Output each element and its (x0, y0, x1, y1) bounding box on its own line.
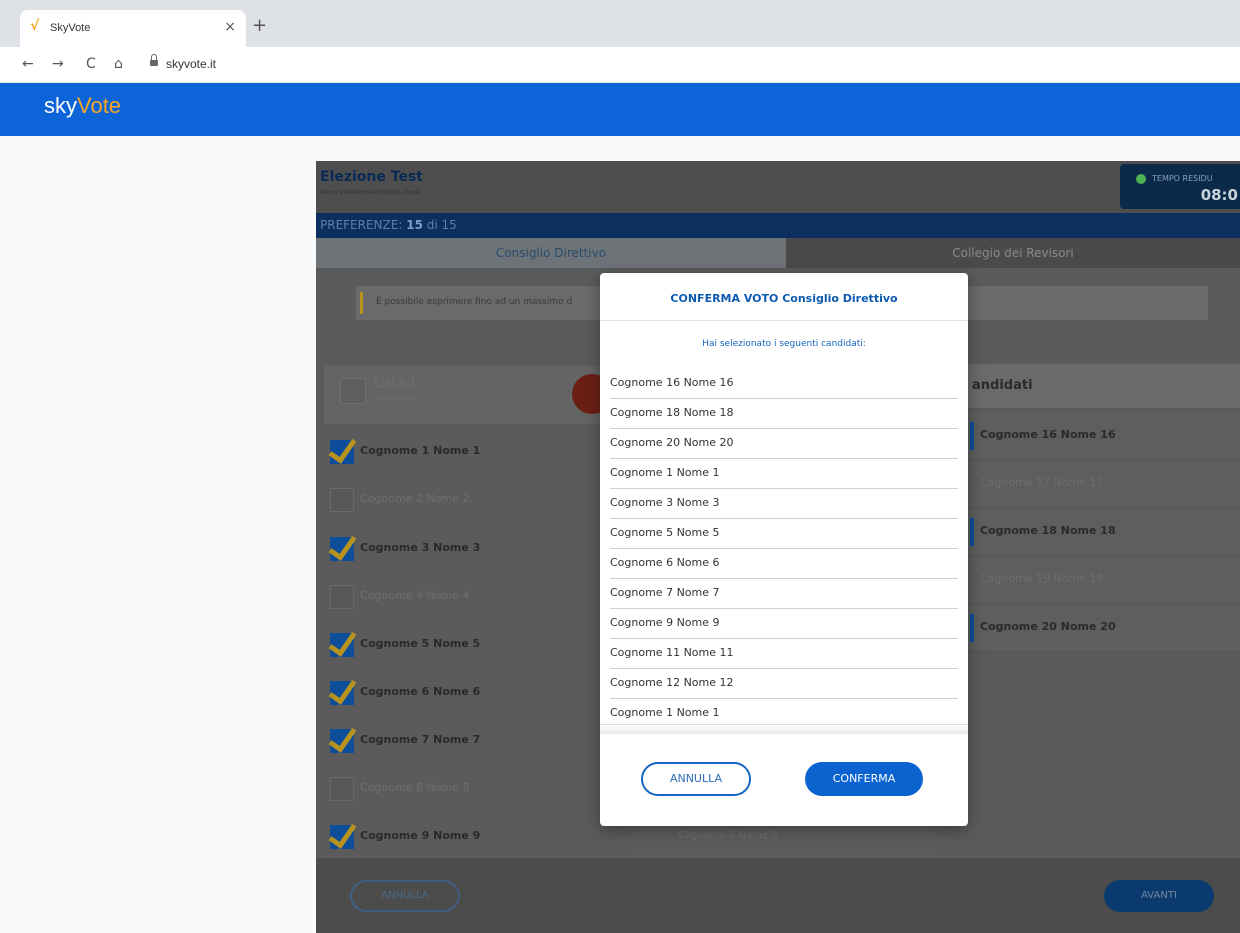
preferences-bar: PREFERENZE: 15 di 15 (316, 213, 1240, 238)
confirm-vote-modal: CONFERMA VOTO Consiglio Direttivo Hai se… (600, 273, 968, 826)
modal-footer-divider (600, 724, 968, 734)
selected-candidates-list[interactable]: Cognome 16 Nome 16 Cognome 18 Nome 18 Co… (610, 369, 958, 729)
candidate-row[interactable]: Cognome 8 Nome 8 (324, 765, 614, 813)
candidate-name: Cognome 16 Nome 16 (980, 428, 1116, 441)
list-item: Cognome 1 Nome 1 (610, 459, 958, 489)
list-item: Cognome 7 Nome 7 (610, 579, 958, 609)
timer-label: TEMPO RESIDU (1152, 174, 1213, 183)
candidate-name: Cognome 7 Nome 7 (360, 733, 481, 746)
browser-tab-bar: √ SkyVote × + (0, 0, 1240, 47)
annulla-button[interactable]: ANNULLA (641, 762, 751, 796)
selected-candidate-row[interactable]: Cognome 20 Nome 20 (964, 604, 1240, 652)
candidate-name: Cognome 5 Nome 5 (360, 637, 481, 650)
selected-candidate-row[interactable]: Cognome 18 Nome 18 (964, 508, 1240, 556)
modal-divider (600, 320, 968, 321)
new-tab-icon[interactable]: + (252, 17, 267, 35)
modal-intro: Hai selezionato i seguenti candidati: (702, 339, 866, 349)
close-tab-icon[interactable]: × (224, 19, 236, 35)
list-subtitle: Nome Lista (374, 394, 414, 402)
timer-status-icon (1136, 174, 1146, 184)
candidate-name: Cognome 8 Nome 8 (360, 781, 470, 794)
timer-box: TEMPO RESIDU 08:0 (1120, 164, 1240, 209)
candidate-name: Cognome 9 Nome 9 (360, 829, 481, 842)
list-title: Lista 1 (374, 376, 418, 391)
back-icon[interactable]: ← (22, 56, 34, 72)
modal-title: CONFERMA VOTO Consiglio Direttivo (670, 292, 898, 305)
address-bar[interactable]: skyvote.it (166, 57, 216, 71)
reload-icon[interactable]: C (86, 56, 96, 72)
conferma-button[interactable]: CONFERMA (805, 762, 923, 796)
candidate-row[interactable]: Cognome 9 Nome 9 (324, 813, 614, 861)
home-icon[interactable]: ⌂ (114, 56, 123, 72)
list-checkbox[interactable] (340, 378, 366, 404)
selected-candidate-row[interactable]: Cognome 16 Nome 16 (964, 412, 1240, 460)
annulla-button-background[interactable]: ANNULLA (350, 880, 460, 912)
candidate-row[interactable]: Cognome 2 Nome 2 (324, 476, 614, 524)
candidate-row[interactable]: Cognome 6 Nome 6 (324, 669, 614, 717)
checkbox-checked-icon[interactable] (330, 440, 354, 464)
checkbox-icon[interactable] (330, 488, 354, 512)
list-item: Cognome 11 Nome 11 (610, 639, 958, 669)
candidates-header: andidati (964, 364, 1240, 408)
tab-title: SkyVote (50, 22, 91, 34)
candidate-row[interactable]: Cognome 3 Nome 3 (324, 525, 614, 573)
list-item: Cognome 16 Nome 16 (610, 369, 958, 399)
candidate-row[interactable]: Cognome 4 Nome 4 (324, 573, 614, 621)
list-item: Cognome 5 Nome 5 (610, 519, 958, 549)
election-subtitle: Demo piattaforma SkyVote Cloud (320, 189, 420, 196)
checkbox-checked-icon[interactable] (330, 633, 354, 657)
ballot-tabs: Consiglio Direttivo Collegio dei Revisor… (316, 238, 1240, 268)
avanti-button[interactable]: AVANTI (1104, 880, 1214, 912)
candidate-name: Cognome 19 Nome 19 (980, 572, 1104, 585)
checkbox-icon[interactable] (330, 585, 354, 609)
screen: √ SkyVote × + ← → C ⌂ skyvote.it skyVote… (0, 0, 1240, 933)
candidate-name: Cognome 4 Nome 4 (360, 589, 470, 602)
checkbox-icon[interactable] (330, 777, 354, 801)
browser-toolbar: ← → C ⌂ skyvote.it (0, 47, 1240, 83)
tab-consiglio-direttivo[interactable]: Consiglio Direttivo (316, 238, 786, 268)
candidate-row[interactable]: Cognome 1 Nome 1 (324, 428, 614, 476)
notice-text: È possibile esprimere fino ad un massimo… (376, 297, 573, 307)
lock-icon (150, 54, 158, 67)
selected-marker (970, 614, 974, 642)
candidate-name: Cognome 2 Nome 2 (360, 492, 470, 505)
list-item: Cognome 6 Nome 6 (610, 549, 958, 579)
candidate-name: Cognome 20 Nome 20 (980, 620, 1116, 633)
notice-accent (360, 292, 363, 314)
checkbox-checked-icon[interactable] (330, 825, 354, 849)
candidate-row[interactable]: Cognome 5 Nome 5 (324, 621, 614, 669)
skyvote-favicon-icon: √ (30, 18, 40, 34)
list-item: Cognome 9 Nome 9 (610, 609, 958, 639)
candidate-row[interactable]: Cognome 7 Nome 7 (324, 717, 614, 765)
selected-marker (970, 422, 974, 450)
list-card[interactable]: Lista 1 Nome Lista (324, 366, 614, 424)
forward-icon[interactable]: → (52, 56, 64, 72)
selected-candidate-row[interactable]: Cognome 17 Nome 17 (964, 460, 1240, 508)
election-title: Elezione Test (320, 169, 423, 185)
candidate-name: Cognome 18 Nome 18 (980, 524, 1116, 537)
list-item: Cognome 3 Nome 3 (610, 489, 958, 519)
tab-collegio-revisori[interactable]: Collegio dei Revisori (786, 238, 1240, 268)
candidate-name: Cognome 6 Nome 6 (360, 685, 481, 698)
candidate-name: Cognome 3 Nome 3 (360, 541, 481, 554)
list-item: Cognome 20 Nome 20 (610, 429, 958, 459)
checkbox-checked-icon[interactable] (330, 537, 354, 561)
app-header: skyVote (0, 83, 1240, 136)
panel-footer: ANNULLA AVANTI (316, 858, 1240, 933)
candidate-name: Cognome 17 Nome 17 (980, 476, 1104, 489)
list-item: Cognome 12 Nome 12 (610, 669, 958, 699)
selected-candidate-row[interactable]: Cognome 19 Nome 19 (964, 556, 1240, 604)
list-item: Cognome 18 Nome 18 (610, 399, 958, 429)
preferences-text: PREFERENZE: 15 di 15 (320, 218, 457, 232)
checkbox-checked-icon[interactable] (330, 681, 354, 705)
candidate-name: Cognome 1 Nome 1 (360, 444, 481, 457)
timer-value: 08:0 (1200, 186, 1238, 204)
election-header: Elezione Test Demo piattaforma SkyVote C… (316, 161, 1240, 213)
browser-tab[interactable]: √ SkyVote × (20, 10, 246, 47)
selected-marker (970, 518, 974, 546)
skyvote-logo: skyVote (44, 93, 122, 118)
checkbox-checked-icon[interactable] (330, 729, 354, 753)
